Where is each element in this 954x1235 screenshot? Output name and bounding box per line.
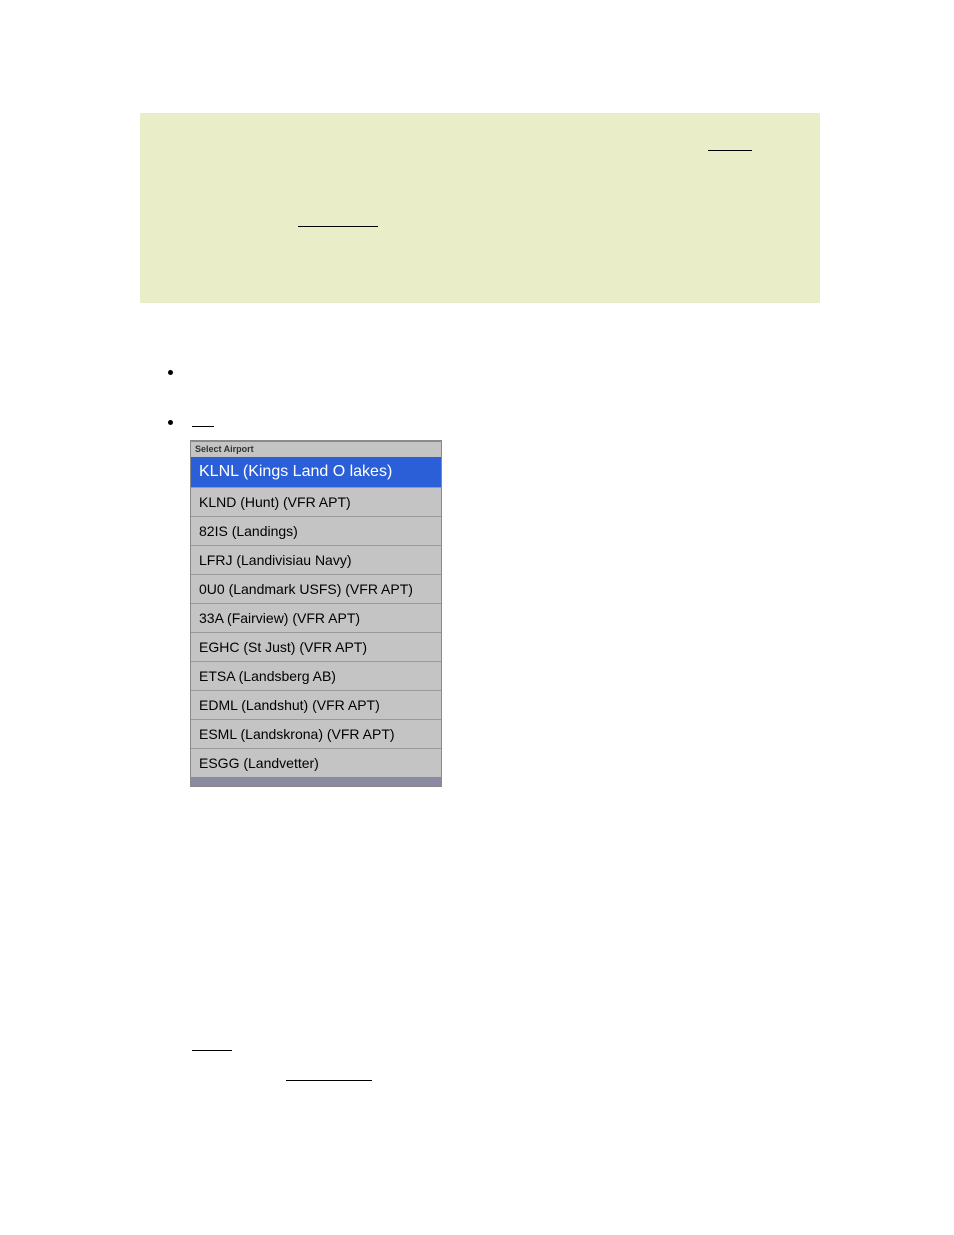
panel-footer <box>191 777 441 785</box>
airport-list-item[interactable]: 33A (Fairview) (VFR APT) <box>191 604 441 633</box>
underline <box>192 1050 232 1051</box>
airport-list-item-label: ETSA (Landsberg AB) <box>199 668 336 684</box>
airport-list-item-label: ESGG (Landvetter) <box>199 755 319 771</box>
underline <box>192 426 214 427</box>
airport-list-item-label: EDML (Landshut) (VFR APT) <box>199 697 380 713</box>
panel-title: Select Airport <box>191 442 441 457</box>
underline <box>708 150 752 151</box>
airport-list-item-label: 82IS (Landings) <box>199 523 298 539</box>
airport-list-item[interactable]: ETSA (Landsberg AB) <box>191 662 441 691</box>
airport-list-item[interactable]: ESML (Landskrona) (VFR APT) <box>191 720 441 749</box>
underline <box>286 1080 372 1081</box>
airport-list-item[interactable]: KLND (Hunt) (VFR APT) <box>191 488 441 517</box>
airport-list-item[interactable]: 82IS (Landings) <box>191 517 441 546</box>
airport-list-item[interactable]: ESGG (Landvetter) <box>191 749 441 777</box>
airport-list-item-label: KLND (Hunt) (VFR APT) <box>199 494 351 510</box>
airport-list-item-label: ESML (Landskrona) (VFR APT) <box>199 726 395 742</box>
highlight-box <box>140 113 820 303</box>
airport-list-item-label: LFRJ (Landivisiau Navy) <box>199 552 352 568</box>
bullet <box>168 420 173 425</box>
airport-list-item[interactable]: EDML (Landshut) (VFR APT) <box>191 691 441 720</box>
airport-list-item[interactable]: EGHC (St Just) (VFR APT) <box>191 633 441 662</box>
airport-list-item-label: EGHC (St Just) (VFR APT) <box>199 639 367 655</box>
bullet <box>168 370 173 375</box>
airport-list-item[interactable]: KLNL (Kings Land O lakes) <box>191 457 441 488</box>
airport-list-item-label: 33A (Fairview) (VFR APT) <box>199 610 360 626</box>
airport-list-item-label: 0U0 (Landmark USFS) (VFR APT) <box>199 581 413 597</box>
airport-list-item[interactable]: 0U0 (Landmark USFS) (VFR APT) <box>191 575 441 604</box>
airport-list-item[interactable]: LFRJ (Landivisiau Navy) <box>191 546 441 575</box>
underline <box>298 226 378 227</box>
select-airport-panel: Select Airport KLNL (Kings Land O lakes)… <box>190 440 442 787</box>
airport-list-item-label: KLNL (Kings Land O lakes) <box>199 463 392 480</box>
